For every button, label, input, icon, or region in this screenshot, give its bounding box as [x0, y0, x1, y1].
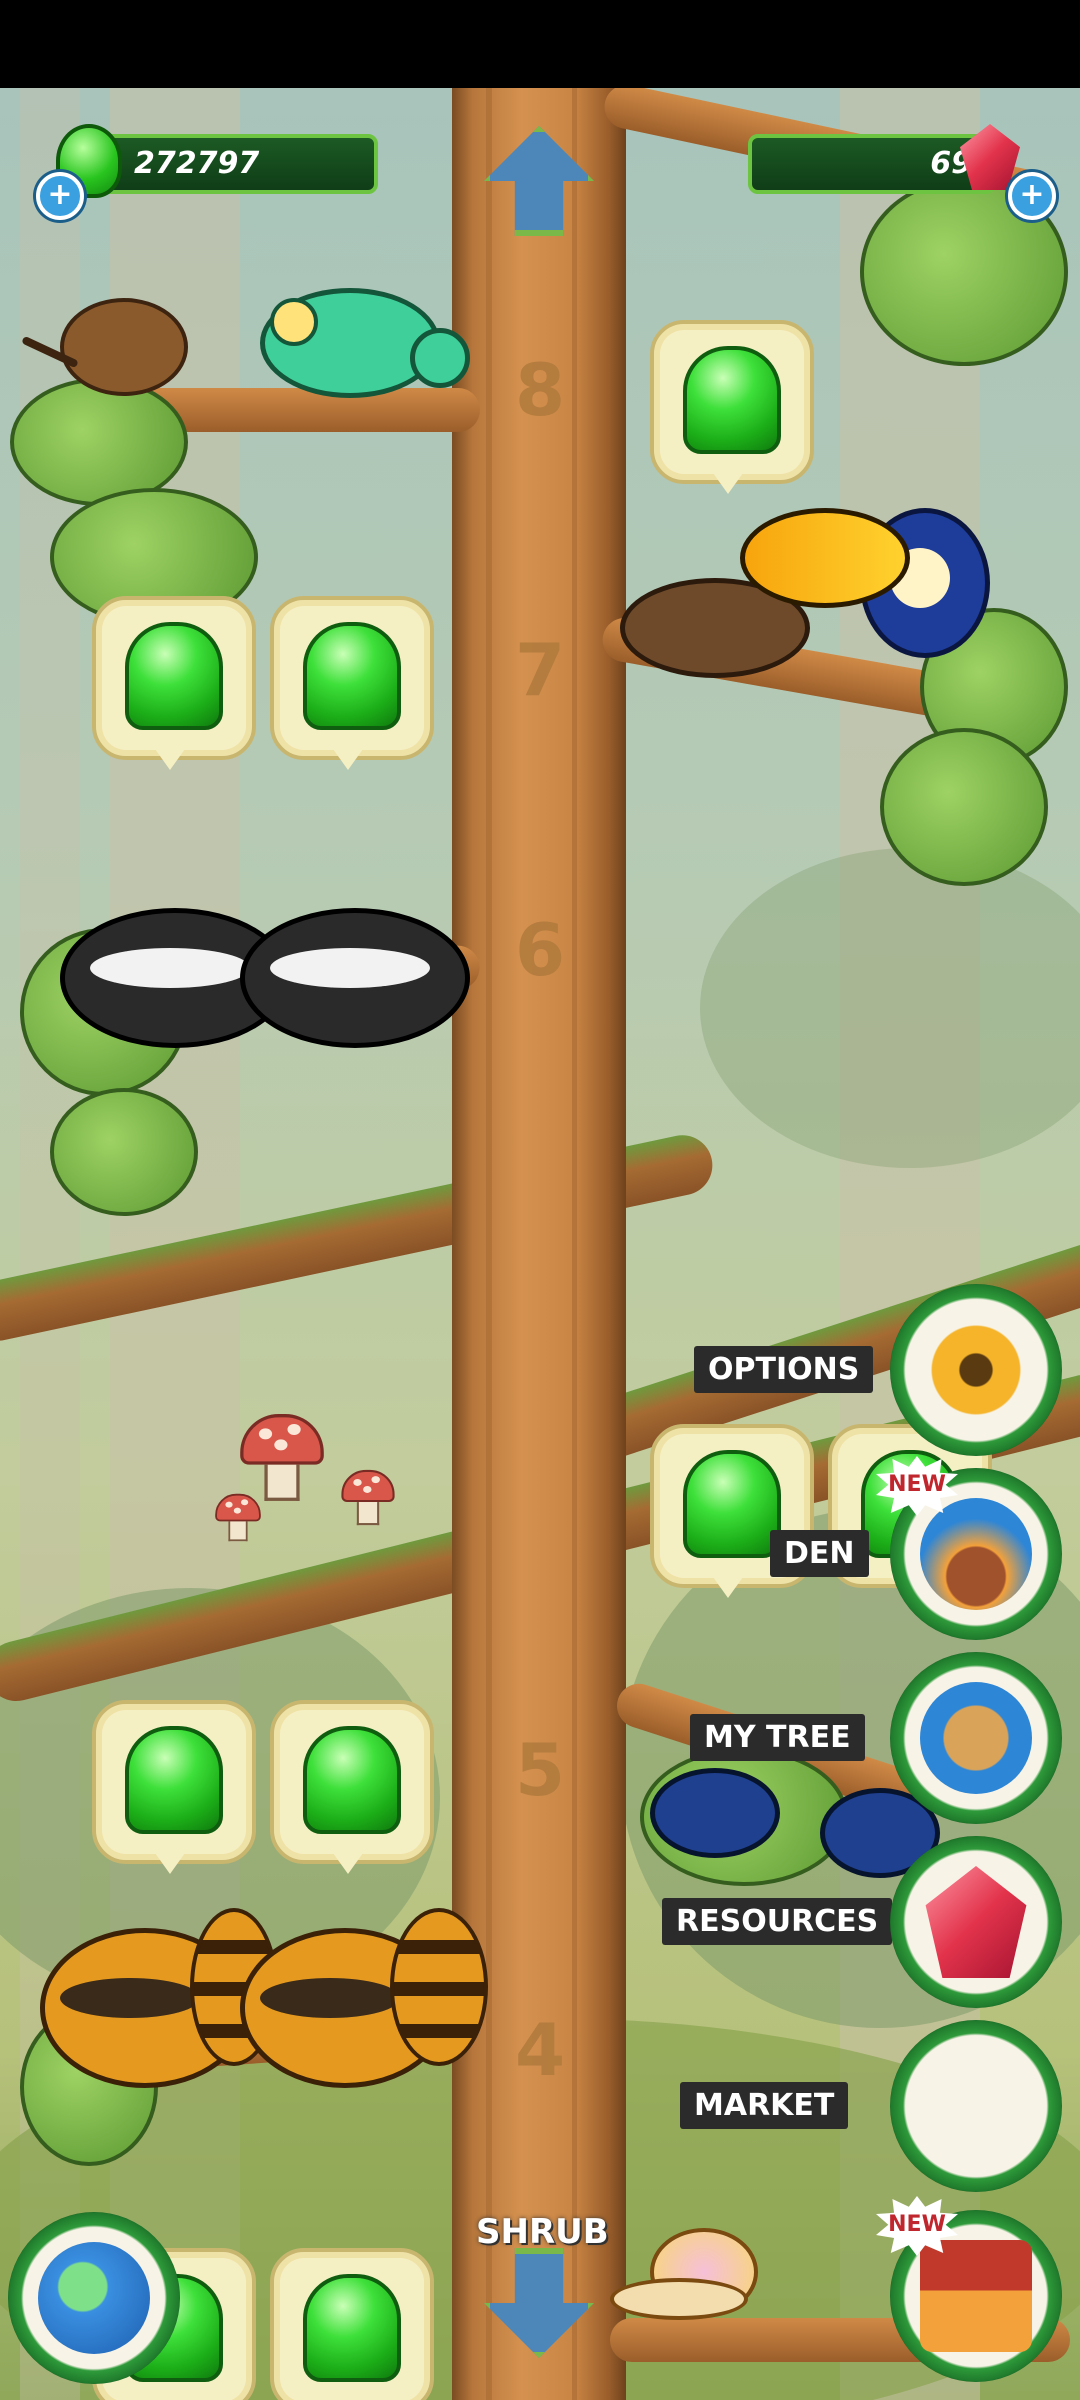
goo-drop-icon [303, 1726, 401, 1834]
world-map-button[interactable] [8, 2212, 180, 2384]
tree-name-label: SHRUB [476, 2212, 609, 2252]
resources-label[interactable]: RESOURCES [662, 1898, 893, 1945]
goo-collect-bubble[interactable] [92, 1700, 256, 1878]
goo-collect-bubble[interactable] [270, 2248, 434, 2400]
den-new-badge: NEW [876, 1456, 958, 1516]
gear-icon [920, 1314, 1032, 1426]
resources-button[interactable] [890, 1836, 1062, 2008]
status-bar [0, 0, 1080, 88]
scroll-up-button[interactable] [474, 116, 604, 246]
mushroom [341, 1469, 395, 1526]
leaf-cluster [50, 1088, 198, 1216]
gem-currency-bar: 69 [748, 134, 996, 194]
snail[interactable] [610, 2228, 760, 2320]
blue-beetle[interactable] [820, 1788, 940, 1878]
goo-amount: 272797 [134, 146, 260, 181]
blue-beetle[interactable] [650, 1768, 780, 1858]
goo-drop-icon [683, 346, 781, 454]
goo-collect-bubble[interactable] [270, 1700, 434, 1878]
floor-number-5: 5 [514, 1728, 566, 1812]
options-button[interactable] [890, 1284, 1062, 1456]
my-tree-button[interactable] [890, 1652, 1062, 1824]
floor-number-6: 6 [514, 908, 566, 992]
goo-currency-bar: 272797 [90, 134, 378, 194]
floor-number-4: 4 [514, 2008, 566, 2092]
red-crystal-icon [925, 1866, 1027, 1978]
leaf-cluster [880, 728, 1048, 886]
add-gems-button[interactable]: + [1008, 172, 1056, 220]
treehouse-icon [920, 2240, 1032, 2352]
globe-icon [38, 2242, 150, 2354]
add-goo-button[interactable]: + [36, 172, 84, 220]
den-label[interactable]: DEN [770, 1530, 869, 1577]
floor-number-8: 8 [514, 348, 566, 432]
options-label[interactable]: OPTIONS [694, 1346, 874, 1393]
goo-collect-bubble[interactable] [92, 596, 256, 774]
arrow-down-icon [484, 2248, 594, 2358]
goo-drop-icon [683, 1450, 781, 1558]
goo-drop-icon [303, 2274, 401, 2382]
floor-number-7: 7 [514, 628, 566, 712]
raccoon-dog[interactable] [240, 1908, 490, 2088]
chameleon[interactable] [230, 268, 470, 398]
mushroom [240, 1414, 324, 1501]
home-new-badge: NEW [876, 2196, 958, 2256]
toucan[interactable] [740, 488, 1000, 718]
scroll-down-button[interactable] [474, 2238, 604, 2368]
background-foliage [700, 848, 1080, 1168]
goo-drop-icon [303, 622, 401, 730]
kiwi-bird[interactable] [20, 288, 188, 398]
mushroom [215, 1493, 261, 1542]
goo-collect-bubble[interactable] [650, 320, 814, 498]
goo-drop-icon [125, 1726, 223, 1834]
market-stall-icon [920, 2050, 1032, 2162]
my-tree-label[interactable]: MY TREE [690, 1714, 865, 1761]
market-label[interactable]: MARKET [680, 2082, 849, 2129]
raccoon-dog[interactable] [40, 1908, 278, 2088]
goo-drop-icon [125, 622, 223, 730]
arrow-up-icon [484, 126, 594, 236]
goo-collect-bubble[interactable] [270, 596, 434, 774]
skunk[interactable] [240, 888, 470, 1048]
market-button[interactable] [890, 2020, 1062, 2192]
clipboard-checklist-icon [920, 1682, 1032, 1794]
